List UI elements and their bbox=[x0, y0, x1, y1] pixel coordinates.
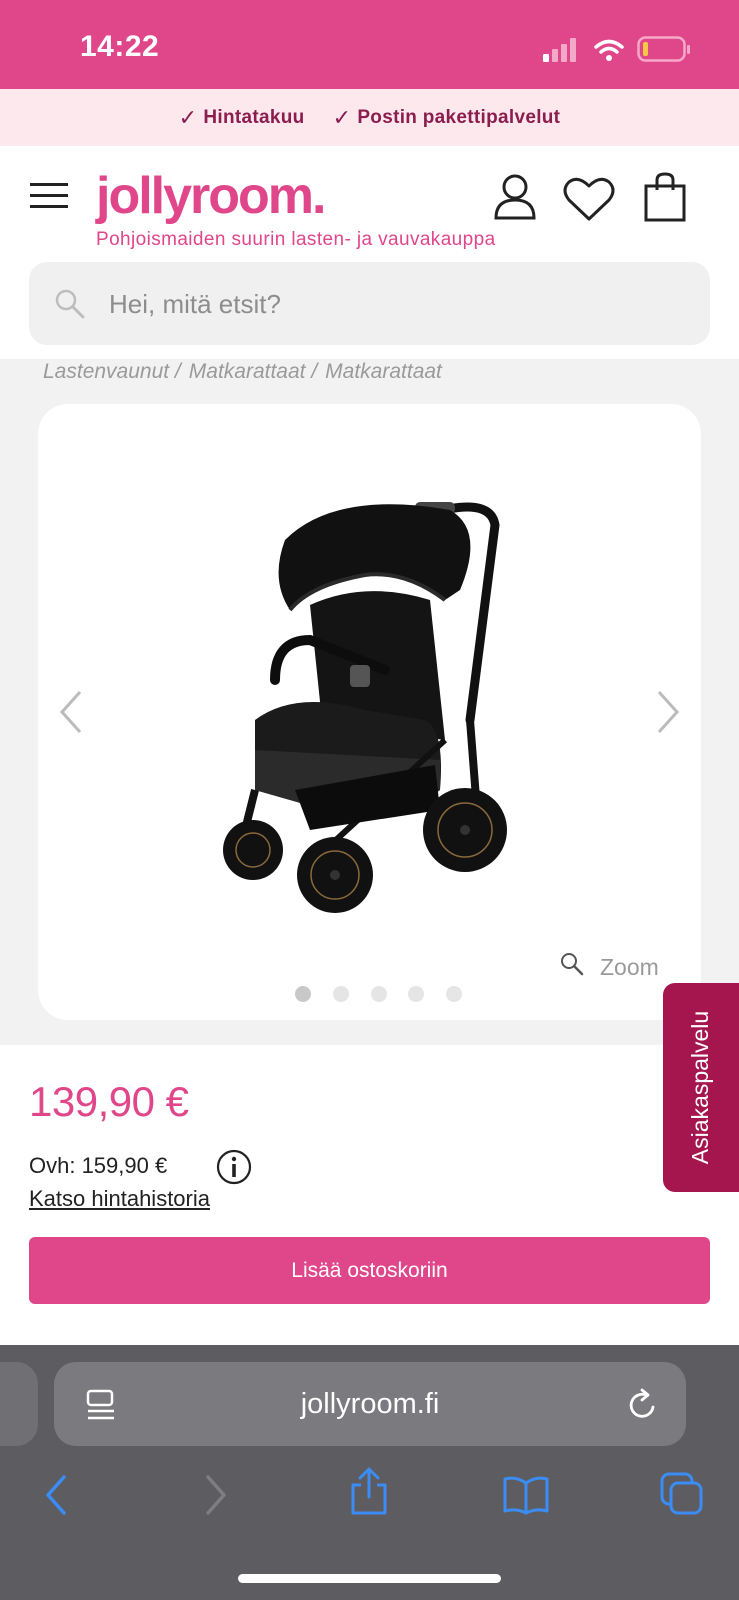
search-placeholder: Hei, mitä etsit? bbox=[109, 289, 281, 319]
checkmark-icon: ✓ bbox=[332, 104, 352, 130]
product-price: 139,90 € bbox=[29, 1078, 189, 1125]
battery-icon bbox=[637, 36, 690, 62]
wishlist-heart-icon[interactable] bbox=[563, 176, 615, 222]
breadcrumb-item[interactable]: Matkarattaat / bbox=[189, 360, 317, 384]
customer-service-label: Asiakaspalvelu bbox=[687, 1010, 714, 1165]
gallery-next-arrow-icon[interactable] bbox=[655, 690, 681, 734]
bookmarks-icon[interactable] bbox=[502, 1475, 550, 1515]
shopping-bag-icon[interactable] bbox=[644, 172, 686, 222]
site-logo[interactable]: jollyroom. bbox=[96, 166, 326, 226]
previous-tab-pill[interactable] bbox=[0, 1362, 38, 1446]
breadcrumb-item[interactable]: Matkarattaat bbox=[325, 360, 442, 384]
zoom-icon[interactable] bbox=[560, 952, 584, 976]
info-icon[interactable] bbox=[216, 1149, 252, 1185]
search-icon bbox=[55, 289, 85, 319]
share-icon[interactable] bbox=[349, 1467, 389, 1515]
add-to-cart-button[interactable]: Lisää ostoskoriin bbox=[29, 1237, 710, 1304]
gallery-prev-arrow-icon[interactable] bbox=[58, 690, 84, 734]
search-input[interactable]: Hei, mitä etsit? bbox=[29, 262, 710, 345]
customer-service-tab-label-wrap[interactable]: Asiakaspalvelu bbox=[663, 983, 739, 1192]
reload-icon[interactable] bbox=[627, 1387, 659, 1421]
product-old-price: Ovh: 159,90 € bbox=[29, 1153, 168, 1178]
breadcrumb: Lastenvaunut / Matkarattaat / Matkaratta… bbox=[43, 360, 442, 384]
tabs-icon[interactable] bbox=[660, 1472, 704, 1516]
wifi-icon bbox=[594, 39, 624, 61]
usp-bar: ✓ Hintatakuu ✓ Postin pakettipalvelut bbox=[0, 89, 739, 146]
site-tagline: Pohjoismaiden suurin lasten- ja vauvakau… bbox=[96, 229, 496, 250]
address-bar-url[interactable]: jollyroom.fi bbox=[54, 1362, 686, 1446]
breadcrumb-item[interactable]: Lastenvaunut / bbox=[43, 360, 181, 384]
product-image-stroller[interactable] bbox=[215, 490, 515, 940]
gallery-dot[interactable] bbox=[408, 986, 424, 1002]
price-history-link[interactable]: Katso hintahistoria bbox=[29, 1186, 210, 1212]
menu-icon[interactable] bbox=[30, 183, 68, 209]
home-indicator bbox=[238, 1574, 501, 1583]
zoom-label[interactable]: Zoom bbox=[600, 954, 659, 981]
status-bar: 14:22 bbox=[0, 0, 739, 89]
gallery-dot[interactable] bbox=[371, 986, 387, 1002]
usp-label: Postin pakettipalvelut bbox=[357, 106, 561, 128]
status-time: 14:22 bbox=[80, 30, 160, 63]
gallery-dot[interactable] bbox=[333, 986, 349, 1002]
back-icon[interactable] bbox=[44, 1475, 68, 1515]
usp-item: ✓ Postin pakettipalvelut bbox=[333, 105, 561, 131]
account-icon[interactable] bbox=[493, 174, 537, 220]
gallery-dot[interactable] bbox=[446, 986, 462, 1002]
usp-item: ✓ Hintatakuu bbox=[179, 105, 305, 131]
checkmark-icon: ✓ bbox=[178, 104, 198, 130]
cellular-signal-icon bbox=[543, 38, 576, 62]
forward-icon[interactable] bbox=[204, 1475, 228, 1515]
usp-label: Hintatakuu bbox=[203, 106, 305, 128]
gallery-dot-active[interactable] bbox=[295, 986, 311, 1002]
